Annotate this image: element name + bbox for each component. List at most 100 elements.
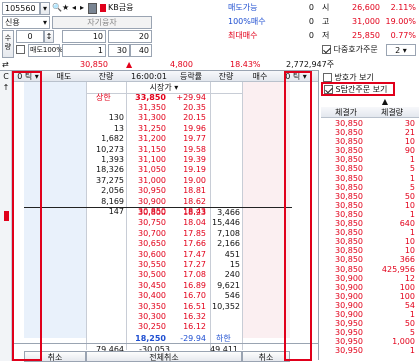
multi-order-checkbox[interactable]: [322, 45, 331, 54]
quantity-input[interactable]: 0: [16, 30, 44, 43]
ask-price[interactable]: 31,150: [126, 145, 166, 155]
exec-price: 30,950: [335, 328, 363, 338]
bid-price[interactable]: 30,500: [126, 270, 166, 280]
ask-price[interactable]: 31,350: [126, 103, 166, 113]
order-type-check[interactable]: [16, 45, 25, 54]
bid-row[interactable]: 30,400 16.70 546: [24, 291, 292, 301]
bid-price[interactable]: 30,700: [126, 229, 166, 239]
bid-rows: 30,800 18.23 3,466 30,750 18.04 15,446 30,700 1…: [24, 208, 292, 333]
exec-price: 30,850: [335, 155, 363, 165]
status-panel: 매도가능 0 100%매수 0 최대매수 0: [228, 2, 318, 44]
bid-row[interactable]: 30,800 18.23 3,466: [24, 208, 292, 218]
exec-qty: 1: [409, 209, 415, 219]
exec-row: 30,850 30: [321, 119, 419, 128]
rate-header: 등락률: [179, 72, 203, 81]
ask-price[interactable]: 31,300: [126, 113, 166, 123]
bid-row[interactable]: 30,750 18.04 15,446: [24, 218, 292, 228]
bid-row[interactable]: 30,600 17.47 451: [24, 250, 292, 260]
ask-price[interactable]: 31,000: [126, 176, 166, 186]
prev-icon[interactable]: ◂: [72, 2, 76, 13]
multi-order-toggle[interactable]: 다중호가주문: [322, 44, 378, 55]
buy-header: 매수: [252, 72, 268, 81]
scroll-up-icon[interactable]: ▲: [379, 96, 391, 107]
order-type-select[interactable]: 매도100%: [28, 44, 63, 57]
bid-row[interactable]: 30,650 17.66 2,166: [24, 239, 292, 249]
stock-code-input[interactable]: 105560: [2, 2, 40, 15]
cancel-all-button[interactable]: 전체취소: [86, 351, 242, 362]
star-icon[interactable]: ★: [62, 2, 69, 13]
exec-price: 30,900: [335, 282, 363, 292]
bid-row[interactable]: 30,500 17.08 240: [24, 270, 292, 280]
ask-price[interactable]: 31,050: [126, 165, 166, 175]
price-summary: 시 26,600 2.11% 고 31,000 19.00% 저 25,850 …: [322, 2, 418, 44]
bid-row[interactable]: 30,350 16.51 10,352: [24, 302, 292, 312]
order-book: C ↑ 0 틱 ▾ 매도 잔량 16:00:01 등락률 잔량 매수 0 틱 ▾…: [0, 70, 318, 362]
account-type-select[interactable]: 신용 ▾: [2, 16, 50, 29]
quantity-preset-1[interactable]: 1: [62, 44, 106, 57]
bid-price[interactable]: 30,350: [126, 302, 166, 312]
ask-row[interactable]: 13 31,250 19.96: [24, 124, 292, 134]
settings-icon[interactable]: [88, 3, 97, 14]
summary-high: 고 31,000 19.00%: [322, 17, 416, 26]
ask-price[interactable]: 30,900: [126, 197, 166, 207]
ask-row[interactable]: 2,056 30,950 18.81: [24, 186, 292, 196]
ask-price[interactable]: 31,200: [126, 134, 166, 144]
ask-rate: 20.35: [183, 103, 206, 112]
quantity-preset-10[interactable]: 10: [62, 30, 106, 43]
next-icon[interactable]: ▸: [80, 2, 84, 13]
exec-price: 30,850: [335, 237, 363, 247]
ask-row[interactable]: 8,169 30,900 18.62: [24, 197, 292, 207]
bid-price[interactable]: 30,750: [126, 218, 166, 228]
bid-price[interactable]: 30,300: [126, 312, 166, 322]
quantity-label: 수량: [2, 30, 14, 58]
bid-price[interactable]: 30,400: [126, 291, 166, 301]
quantity-stepper[interactable]: ↕: [44, 30, 54, 43]
ask-row[interactable]: 130 31,300 20.15: [24, 113, 292, 123]
bid-rate: 16.51: [183, 301, 206, 311]
ask-row[interactable]: 31,350 20.35: [24, 103, 292, 113]
upper-limit-label: 상한: [96, 93, 111, 102]
ask-row[interactable]: 18,326 31,050 19.19: [24, 165, 292, 175]
exec-qty: 21: [404, 128, 415, 138]
bid-price[interactable]: 30,650: [126, 239, 166, 249]
quantity-preset-20[interactable]: 20: [108, 30, 152, 43]
quantity-preset-40[interactable]: 40: [130, 44, 152, 57]
bid-price[interactable]: 30,550: [126, 260, 166, 270]
ask-price[interactable]: 31,250: [126, 124, 166, 134]
column-up-icon[interactable]: ↑: [0, 82, 12, 93]
search-icon[interactable]: 🔍: [52, 2, 62, 15]
bid-price[interactable]: 30,800: [126, 208, 166, 218]
ask-qty: 130: [108, 113, 124, 123]
order-type-checkbox[interactable]: [16, 44, 25, 55]
ask-price[interactable]: 31,100: [126, 155, 166, 165]
stock-dropdown-button[interactable]: ▾: [40, 2, 50, 15]
ask-row[interactable]: 10,273 31,150 19.58: [24, 145, 292, 155]
bid-row[interactable]: 30,700 17.85 7,108: [24, 229, 292, 239]
ask-row[interactable]: 1,393 31,100 19.39: [24, 155, 292, 165]
exec-qty: 50: [404, 191, 415, 201]
bid-row[interactable]: 30,550 17.27 15: [24, 260, 292, 270]
swap-icon[interactable]: ⇄: [2, 59, 9, 70]
quantity-preset-30[interactable]: 30: [108, 44, 130, 57]
strategy-checkbox[interactable]: [324, 85, 333, 94]
status-label: 최대매수: [228, 31, 258, 40]
ask-row[interactable]: 37,275 31,000 19.00: [24, 176, 292, 186]
exec-price: 30,850: [335, 164, 363, 174]
exec-price: 30,850: [335, 137, 363, 147]
scroll-marker[interactable]: [4, 211, 9, 221]
column-c-button[interactable]: C: [0, 71, 12, 82]
ask-row[interactable]: 1,682 31,200 19.77: [24, 134, 292, 144]
bid-row[interactable]: 30,450 16.89 9,621: [24, 281, 292, 291]
ask-price[interactable]: 30,950: [126, 186, 166, 196]
multi-order-select[interactable]: 2 ▾: [386, 44, 416, 56]
bid-price[interactable]: 30,250: [126, 322, 166, 332]
cancel-right-button[interactable]: 취소: [242, 351, 290, 362]
ask-rate: 19.77: [183, 134, 206, 144]
ask-rate: 18.81: [183, 186, 206, 196]
strategy-toggle[interactable]: S탑간주문 보기: [321, 82, 395, 96]
bid-price[interactable]: 30,450: [126, 281, 166, 291]
bid-row[interactable]: 30,250 16.12: [24, 322, 292, 332]
bid-price[interactable]: 30,600: [126, 250, 166, 260]
bid-row[interactable]: 30,300 16.32: [24, 312, 292, 322]
reverse-quote-checkbox[interactable]: [323, 73, 332, 82]
